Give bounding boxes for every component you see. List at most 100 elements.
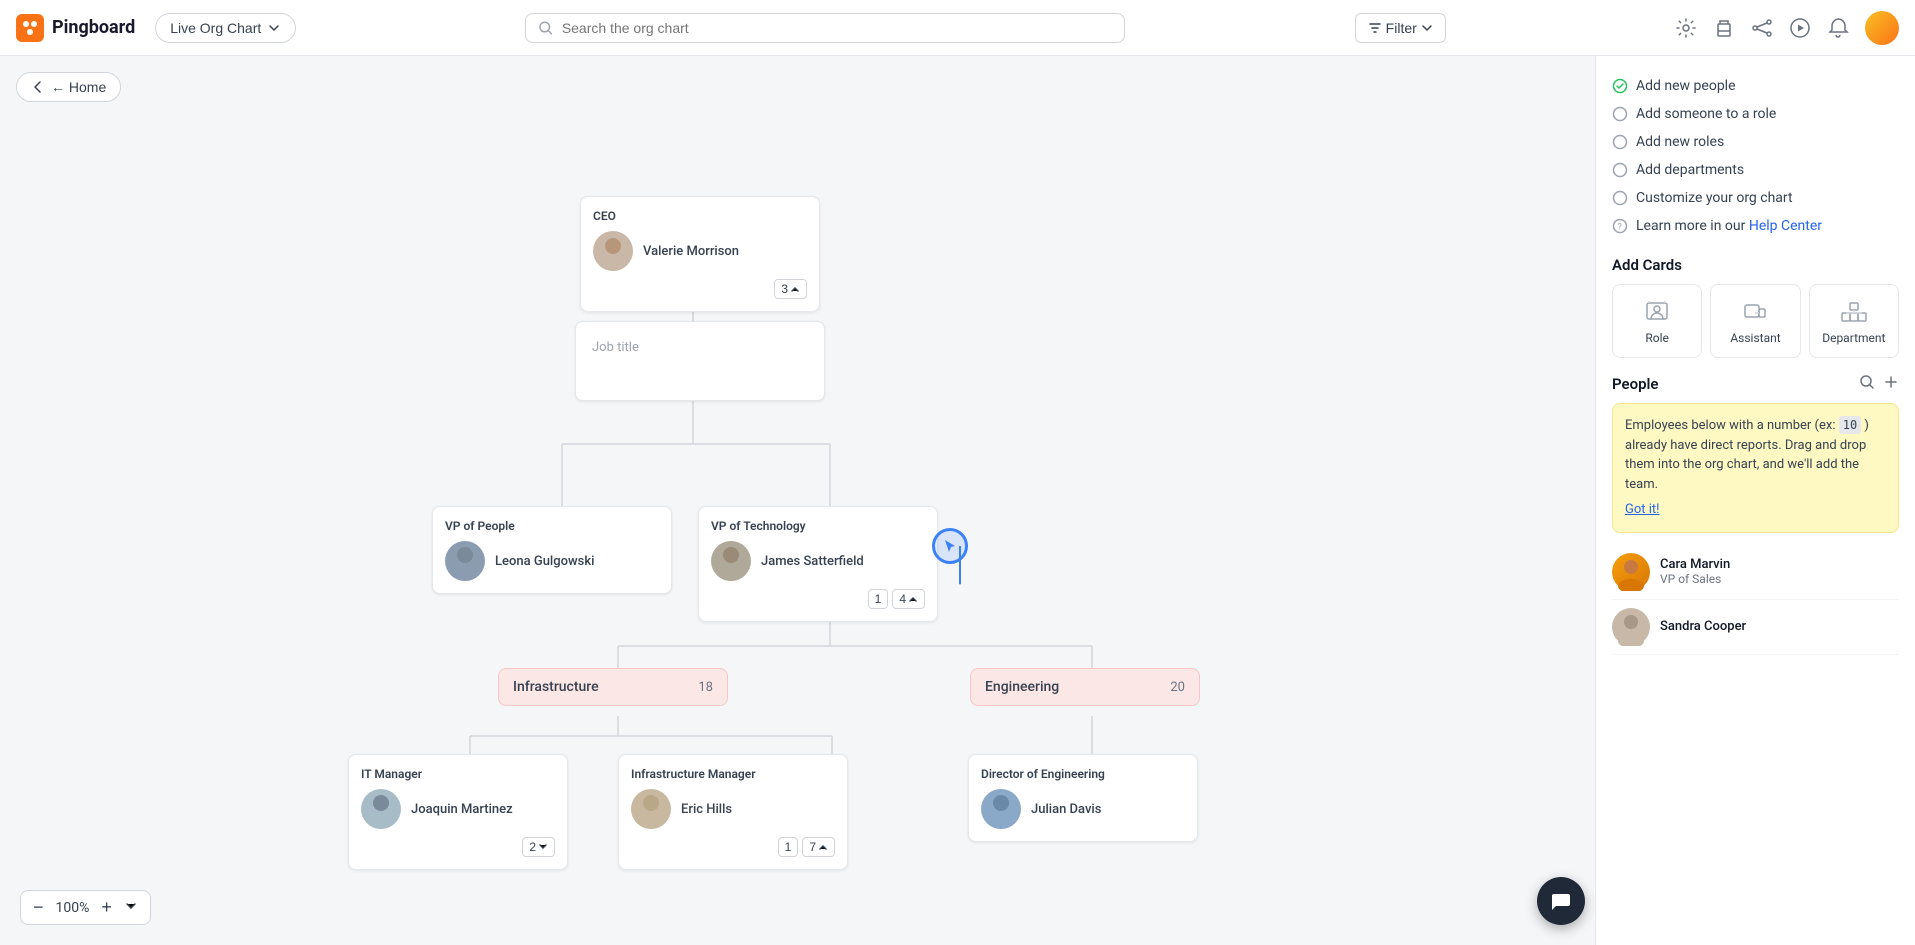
person-list-item-sandra[interactable]: Sandra Cooper: [1612, 600, 1899, 655]
role-card-type[interactable]: Role: [1612, 284, 1702, 358]
org-canvas: CEO Valerie Morrison 3 Job title VP of P…: [0, 56, 1595, 945]
people-search-button[interactable]: [1859, 374, 1875, 393]
cara-info: Cara Marvin VP of Sales: [1660, 557, 1730, 586]
search-input[interactable]: [562, 20, 1113, 36]
logo-area: Pingboard: [16, 14, 135, 42]
add-to-role-action[interactable]: Add someone to a role: [1612, 100, 1899, 128]
settings-icon[interactable]: [1675, 17, 1697, 39]
infra-manager-avatar: [631, 789, 671, 829]
it-manager-avatar: [361, 789, 401, 829]
department-card-label: Department: [1822, 331, 1885, 345]
assistant-card-icon: [1741, 297, 1769, 325]
ceo-node[interactable]: CEO Valerie Morrison 3: [580, 196, 820, 312]
org-chart-dropdown[interactable]: Live Org Chart: [155, 13, 296, 43]
add-new-people-action[interactable]: Add new people: [1612, 72, 1899, 100]
home-label: ← Home: [51, 79, 106, 95]
role-card-icon: [1643, 297, 1671, 325]
sandra-name: Sandra Cooper: [1660, 619, 1746, 634]
filter-button[interactable]: Filter: [1355, 13, 1446, 43]
right-panel: Add new people Add someone to a role Add…: [1595, 56, 1915, 945]
infra-manager-name: Eric Hills: [681, 802, 732, 817]
vp-tech-avatar: [711, 541, 751, 581]
department-card-icon: [1840, 297, 1868, 325]
department-card-type[interactable]: Department: [1809, 284, 1899, 358]
info-number-badge: 10: [1839, 416, 1861, 434]
vp-tech-collapse-btn[interactable]: 4: [892, 589, 925, 609]
home-button[interactable]: ← Home: [16, 72, 121, 102]
dir-engineering-node[interactable]: Director of Engineering Julian Davis: [968, 754, 1198, 842]
ceo-footer: 3: [593, 279, 807, 299]
share-icon[interactable]: [1751, 17, 1773, 39]
help-center-label: Learn more in our Help Center: [1636, 218, 1822, 234]
chevron-up-icon: [790, 284, 800, 294]
customize-action[interactable]: Customize your org chart: [1612, 184, 1899, 212]
notification-icon[interactable]: [1827, 17, 1849, 39]
assistant-card-label: Assistant: [1730, 331, 1780, 345]
zoom-in-button[interactable]: +: [97, 895, 116, 920]
chevron-down-icon-3: [538, 842, 548, 852]
person-list-item-cara[interactable]: Cara Marvin VP of Sales: [1612, 545, 1899, 600]
dir-engineering-name: Julian Davis: [1031, 802, 1101, 817]
job-title-placeholder: Job title: [592, 340, 639, 355]
zoom-level-display: 100%: [52, 900, 94, 916]
print-icon[interactable]: [1713, 17, 1735, 39]
radio-circle-icon-3: [1612, 162, 1628, 178]
zoom-controls: − 100% +: [20, 890, 151, 925]
engineering-dept-name: Engineering: [985, 679, 1059, 695]
assistant-card-type[interactable]: Assistant: [1710, 284, 1800, 358]
infrastructure-dept-count: 18: [698, 680, 713, 695]
infrastructure-dept-node[interactable]: Infrastructure 18: [498, 668, 728, 706]
radio-circle-icon-2: [1612, 134, 1628, 150]
people-header: People: [1612, 374, 1899, 393]
vp-tech-node[interactable]: VP of Technology James Satterfield 1 4: [698, 506, 938, 622]
it-manager-footer: 2: [361, 837, 555, 857]
chat-icon: [1550, 890, 1572, 912]
vp-people-name: Leona Gulgowski: [495, 554, 594, 569]
play-icon[interactable]: [1789, 17, 1811, 39]
cursor-icon: [943, 538, 957, 554]
infrastructure-dept-name: Infrastructure: [513, 679, 599, 695]
it-manager-node[interactable]: IT Manager Joaquin Martinez 2: [348, 754, 568, 870]
arrow-left-icon: [31, 80, 45, 94]
zoom-expand-button[interactable]: [120, 897, 142, 918]
vp-people-person-row: Leona Gulgowski: [445, 541, 659, 581]
vp-people-avatar: [445, 541, 485, 581]
zoom-out-button[interactable]: −: [29, 895, 48, 920]
sandra-info: Sandra Cooper: [1660, 619, 1746, 634]
search-bar: [525, 13, 1125, 43]
engineering-dept-node[interactable]: Engineering 20: [970, 668, 1200, 706]
infra-manager-collapse-btn[interactable]: 7: [802, 837, 835, 857]
radio-circle-icon-1: [1612, 106, 1628, 122]
dir-engineering-person-row: Julian Davis: [981, 789, 1185, 829]
add-to-role-label: Add someone to a role: [1636, 106, 1776, 122]
dir-engineering-title: Director of Engineering: [981, 767, 1185, 781]
cara-name: Cara Marvin: [1660, 557, 1730, 572]
org-chart-label: Live Org Chart: [170, 20, 261, 36]
help-center-action[interactable]: ? Learn more in our Help Center: [1612, 212, 1899, 240]
header-icons: [1675, 11, 1899, 45]
it-manager-title: IT Manager: [361, 767, 555, 781]
ceo-name: Valerie Morrison: [643, 244, 739, 259]
job-title-node[interactable]: Job title: [575, 321, 825, 401]
help-center-link[interactable]: Help Center: [1749, 218, 1822, 234]
it-manager-collapse-btn[interactable]: 2: [522, 837, 555, 857]
info-text-1: Employees below with a number (ex:: [1625, 418, 1839, 433]
got-it-link[interactable]: Got it!: [1625, 500, 1886, 520]
vp-people-node[interactable]: VP of People Leona Gulgowski: [432, 506, 672, 594]
header: Pingboard Live Org Chart Filter: [0, 0, 1915, 56]
chat-button[interactable]: [1537, 877, 1585, 925]
add-new-roles-action[interactable]: Add new roles: [1612, 128, 1899, 156]
infra-manager-count1-btn[interactable]: 1: [778, 837, 799, 857]
vp-tech-count1-btn[interactable]: 1: [868, 589, 889, 609]
dir-engineering-avatar: [981, 789, 1021, 829]
user-avatar[interactable]: [1865, 11, 1899, 45]
vp-tech-title: VP of Technology: [711, 519, 925, 533]
infra-manager-node[interactable]: Infrastructure Manager Eric Hills 1 7: [618, 754, 848, 870]
it-manager-name: Joaquin Martinez: [411, 802, 513, 817]
ceo-collapse-btn[interactable]: 3: [774, 279, 807, 299]
pingboard-logo-icon: [16, 14, 44, 42]
search-icon: [538, 20, 553, 36]
people-add-button[interactable]: [1883, 374, 1899, 393]
add-departments-action[interactable]: Add departments: [1612, 156, 1899, 184]
people-info-box: Employees below with a number (ex: 10 ) …: [1612, 403, 1899, 533]
